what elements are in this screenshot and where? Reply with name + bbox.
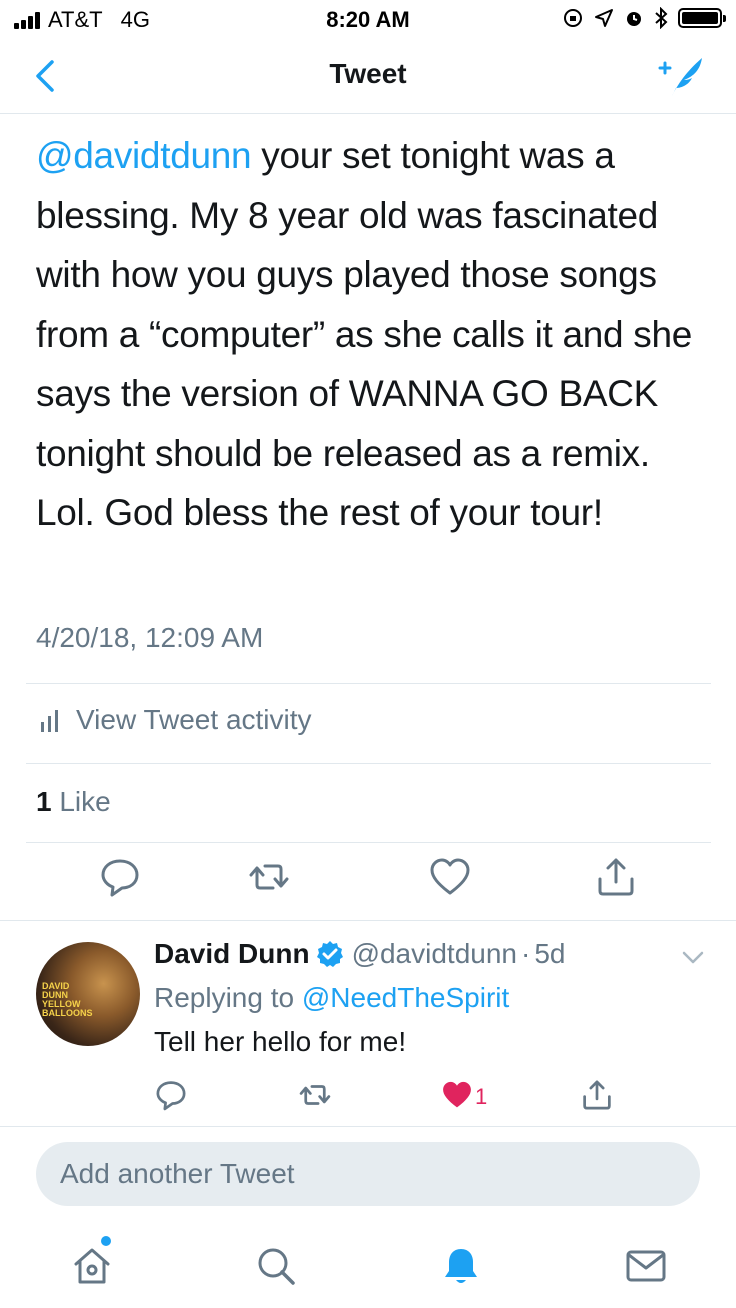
reply-separator: · (521, 938, 531, 969)
page-title: Tweet (329, 58, 407, 89)
tweet-mention-link[interactable]: @davidtdunn (36, 135, 252, 176)
likes-count-link[interactable]: 1 Like (36, 786, 111, 818)
tweet-timestamp: 4/20/18, 12:09 AM (36, 622, 264, 653)
search-icon[interactable] (254, 1244, 298, 1288)
alarm-icon (627, 12, 641, 26)
reply-icon[interactable] (154, 1078, 188, 1112)
location-icon (595, 9, 613, 27)
nav-bar: Tweet (0, 40, 736, 114)
retweet-icon[interactable] (298, 1078, 332, 1112)
view-tweet-activity-link[interactable]: View Tweet activity (40, 704, 312, 736)
divider (26, 683, 711, 684)
divider (26, 763, 711, 764)
home-new-dot (101, 1236, 111, 1246)
add-another-tweet-input[interactable]: Add another Tweet (36, 1142, 700, 1206)
replying-prefix: Replying to (154, 982, 302, 1013)
tweet-action-bar (0, 855, 736, 907)
divider (26, 842, 711, 843)
verified-badge-icon (316, 941, 343, 967)
heart-icon[interactable] (428, 855, 472, 899)
avatar[interactable]: DAVID DUNN YELLOW BALLOONS (36, 942, 140, 1046)
divider (0, 920, 736, 921)
reply-like-count: 1 (475, 1084, 488, 1109)
replying-to-mention-link[interactable]: @NeedTheSpirit (302, 982, 509, 1013)
reply-action-bar (0, 1078, 736, 1118)
share-icon[interactable] (594, 855, 638, 899)
divider (0, 1126, 736, 1127)
reply-age: 5d (534, 938, 566, 969)
orientation-lock-icon (564, 9, 582, 27)
status-bar: AT&T 4G 8:20 AM (0, 0, 736, 40)
reply-header: David Dunn @davidtdunn · 5d (154, 938, 565, 970)
chevron-down-icon[interactable] (680, 944, 706, 970)
view-tweet-activity-label: View Tweet activity (76, 704, 312, 735)
avatar-album-art: DAVID DUNN YELLOW BALLOONS (42, 981, 93, 1018)
battery-icon (678, 8, 726, 28)
heart-filled-icon[interactable] (440, 1078, 474, 1112)
tweet-body: your set tonight was a blessing. My 8 ye… (36, 135, 693, 533)
like-count: 1 (36, 786, 52, 817)
messages-envelope-icon[interactable] (624, 1244, 668, 1288)
home-icon[interactable] (70, 1244, 114, 1288)
tweet-text: @davidtdunn your set tonight was a bless… (36, 126, 716, 543)
reply-author-name[interactable]: David Dunn (154, 938, 310, 970)
retweet-icon[interactable] (247, 855, 291, 899)
bluetooth-icon (655, 7, 668, 29)
reply-author-handle: @davidtdunn (351, 938, 517, 969)
compose-feather-icon[interactable] (656, 54, 706, 98)
notifications-bell-icon[interactable] (439, 1244, 483, 1288)
like-label: Like (59, 786, 111, 817)
share-icon[interactable] (580, 1078, 614, 1112)
status-right (562, 7, 726, 29)
replying-to-line: Replying to @NeedTheSpirit (154, 982, 509, 1014)
reply-text: Tell her hello for me! (154, 1026, 407, 1057)
reply-icon[interactable] (98, 855, 142, 899)
tab-bar (0, 1226, 736, 1308)
bar-chart-icon (41, 710, 58, 732)
